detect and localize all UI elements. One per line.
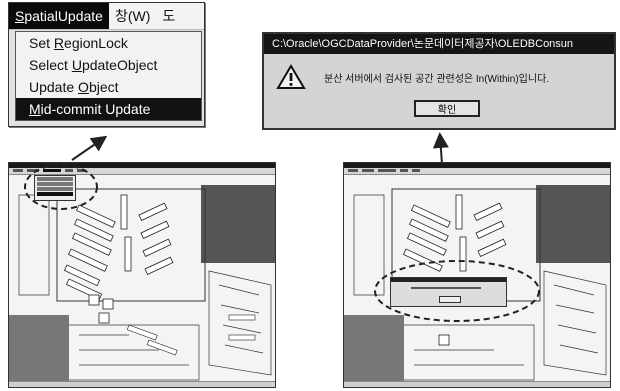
callout-ellipse-right [374,260,540,322]
screenshot-right [343,162,611,388]
screenshot-left [8,162,276,388]
status-bar [9,381,275,387]
window-menu-bar [344,168,610,175]
arrow-to-menu [71,135,108,161]
callout-ellipse-left [24,164,98,210]
status-bar [344,381,610,387]
